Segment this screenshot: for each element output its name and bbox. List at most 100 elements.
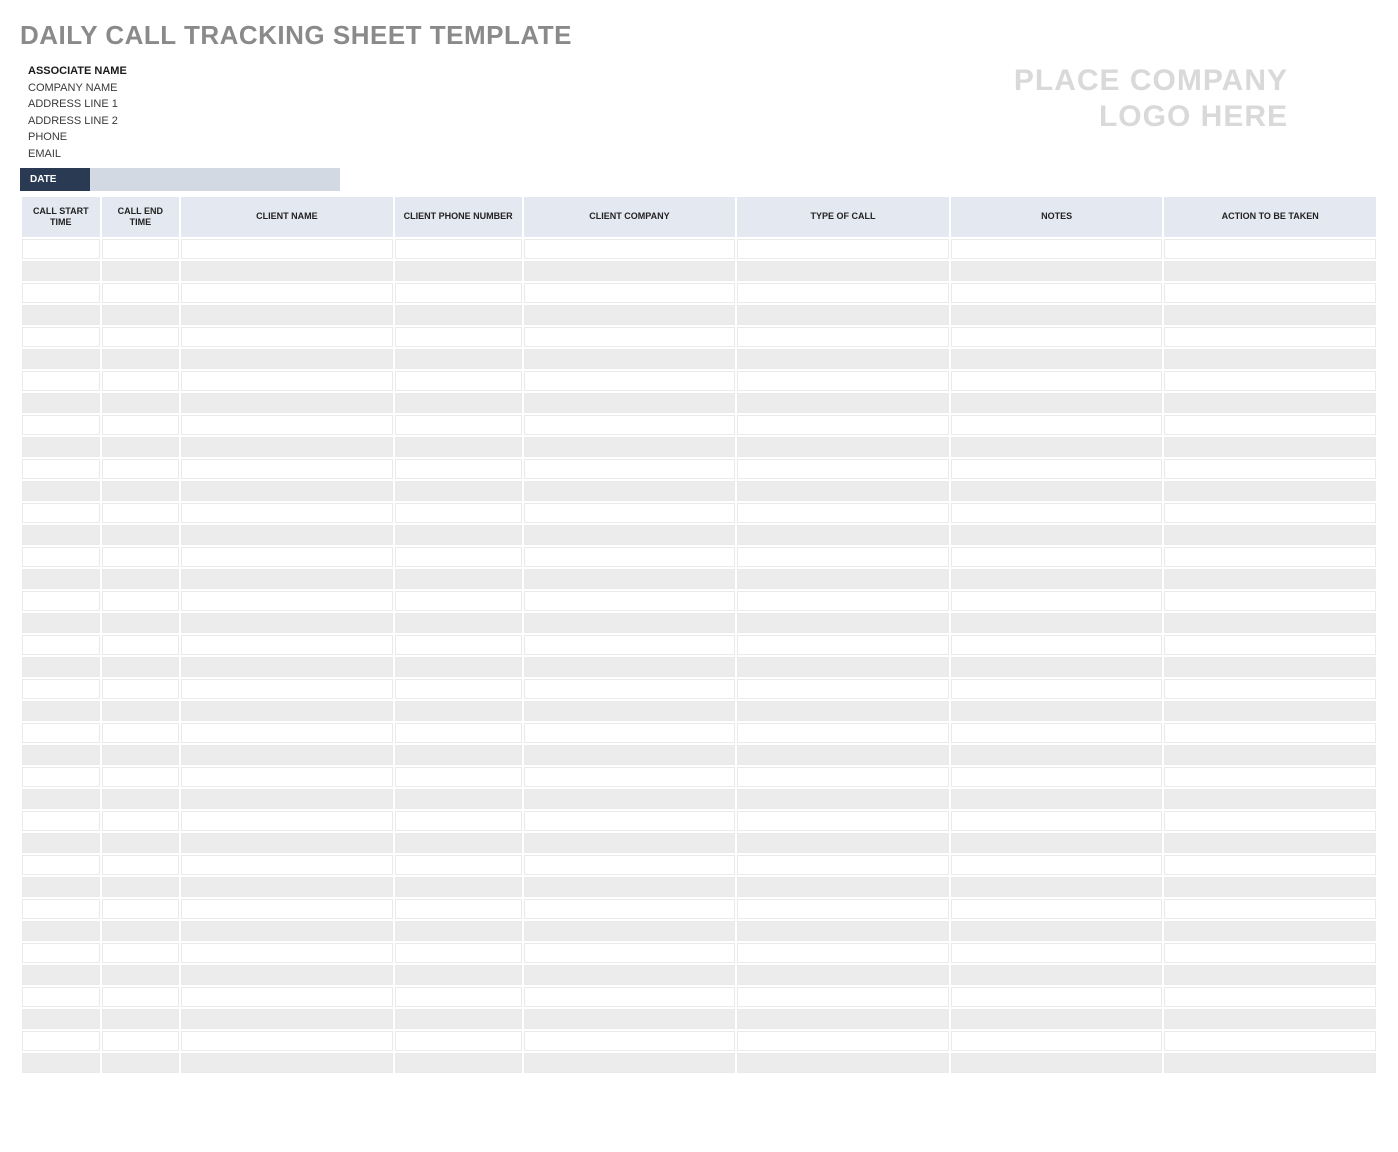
table-cell[interactable]	[1164, 239, 1376, 259]
table-cell[interactable]	[22, 679, 100, 699]
table-cell[interactable]	[181, 679, 393, 699]
table-cell[interactable]	[737, 635, 949, 655]
table-cell[interactable]	[395, 1053, 522, 1073]
table-cell[interactable]	[524, 943, 736, 963]
table-cell[interactable]	[524, 855, 736, 875]
table-cell[interactable]	[395, 239, 522, 259]
table-cell[interactable]	[524, 547, 736, 567]
table-cell[interactable]	[951, 261, 1163, 281]
table-cell[interactable]	[22, 855, 100, 875]
table-cell[interactable]	[524, 657, 736, 677]
table-cell[interactable]	[395, 701, 522, 721]
table-cell[interactable]	[395, 635, 522, 655]
table-cell[interactable]	[181, 547, 393, 567]
table-cell[interactable]	[737, 899, 949, 919]
table-cell[interactable]	[951, 481, 1163, 501]
table-cell[interactable]	[395, 261, 522, 281]
table-cell[interactable]	[1164, 525, 1376, 545]
table-cell[interactable]	[524, 833, 736, 853]
table-cell[interactable]	[102, 613, 180, 633]
table-cell[interactable]	[737, 965, 949, 985]
table-cell[interactable]	[737, 459, 949, 479]
table-cell[interactable]	[524, 701, 736, 721]
table-cell[interactable]	[102, 943, 180, 963]
table-cell[interactable]	[395, 305, 522, 325]
table-cell[interactable]	[181, 349, 393, 369]
table-cell[interactable]	[737, 239, 949, 259]
table-cell[interactable]	[22, 987, 100, 1007]
table-cell[interactable]	[737, 833, 949, 853]
table-cell[interactable]	[524, 481, 736, 501]
table-cell[interactable]	[737, 657, 949, 677]
table-cell[interactable]	[951, 701, 1163, 721]
table-cell[interactable]	[102, 239, 180, 259]
table-cell[interactable]	[951, 459, 1163, 479]
table-cell[interactable]	[102, 811, 180, 831]
table-cell[interactable]	[737, 723, 949, 743]
table-cell[interactable]	[181, 877, 393, 897]
table-cell[interactable]	[102, 701, 180, 721]
table-cell[interactable]	[22, 613, 100, 633]
table-cell[interactable]	[181, 811, 393, 831]
table-cell[interactable]	[181, 415, 393, 435]
table-cell[interactable]	[22, 1031, 100, 1051]
table-cell[interactable]	[181, 371, 393, 391]
table-cell[interactable]	[395, 833, 522, 853]
table-cell[interactable]	[102, 305, 180, 325]
table-cell[interactable]	[737, 305, 949, 325]
table-cell[interactable]	[22, 745, 100, 765]
table-cell[interactable]	[395, 283, 522, 303]
table-cell[interactable]	[524, 877, 736, 897]
table-cell[interactable]	[1164, 261, 1376, 281]
table-cell[interactable]	[395, 613, 522, 633]
table-cell[interactable]	[1164, 723, 1376, 743]
table-cell[interactable]	[181, 745, 393, 765]
table-cell[interactable]	[395, 459, 522, 479]
table-cell[interactable]	[22, 899, 100, 919]
table-cell[interactable]	[737, 811, 949, 831]
table-cell[interactable]	[524, 1009, 736, 1029]
table-cell[interactable]	[181, 525, 393, 545]
table-cell[interactable]	[22, 1053, 100, 1073]
table-cell[interactable]	[181, 459, 393, 479]
table-cell[interactable]	[951, 349, 1163, 369]
table-cell[interactable]	[524, 305, 736, 325]
table-cell[interactable]	[22, 657, 100, 677]
table-cell[interactable]	[1164, 437, 1376, 457]
table-cell[interactable]	[395, 327, 522, 347]
table-cell[interactable]	[181, 283, 393, 303]
table-cell[interactable]	[102, 349, 180, 369]
table-cell[interactable]	[737, 877, 949, 897]
table-cell[interactable]	[524, 723, 736, 743]
table-cell[interactable]	[524, 811, 736, 831]
table-cell[interactable]	[102, 679, 180, 699]
table-cell[interactable]	[181, 921, 393, 941]
table-cell[interactable]	[1164, 1009, 1376, 1029]
table-cell[interactable]	[102, 635, 180, 655]
table-cell[interactable]	[524, 569, 736, 589]
table-cell[interactable]	[181, 503, 393, 523]
table-cell[interactable]	[102, 283, 180, 303]
table-cell[interactable]	[951, 415, 1163, 435]
table-cell[interactable]	[951, 767, 1163, 787]
table-cell[interactable]	[737, 613, 949, 633]
table-cell[interactable]	[524, 415, 736, 435]
table-cell[interactable]	[1164, 987, 1376, 1007]
table-cell[interactable]	[951, 635, 1163, 655]
table-cell[interactable]	[395, 415, 522, 435]
table-cell[interactable]	[524, 327, 736, 347]
table-cell[interactable]	[181, 481, 393, 501]
table-cell[interactable]	[1164, 657, 1376, 677]
table-cell[interactable]	[951, 987, 1163, 1007]
table-cell[interactable]	[1164, 371, 1376, 391]
table-cell[interactable]	[951, 503, 1163, 523]
table-cell[interactable]	[1164, 877, 1376, 897]
table-cell[interactable]	[1164, 921, 1376, 941]
table-cell[interactable]	[1164, 965, 1376, 985]
table-cell[interactable]	[524, 283, 736, 303]
table-cell[interactable]	[1164, 635, 1376, 655]
table-cell[interactable]	[102, 327, 180, 347]
table-cell[interactable]	[1164, 591, 1376, 611]
table-cell[interactable]	[1164, 811, 1376, 831]
table-cell[interactable]	[22, 503, 100, 523]
